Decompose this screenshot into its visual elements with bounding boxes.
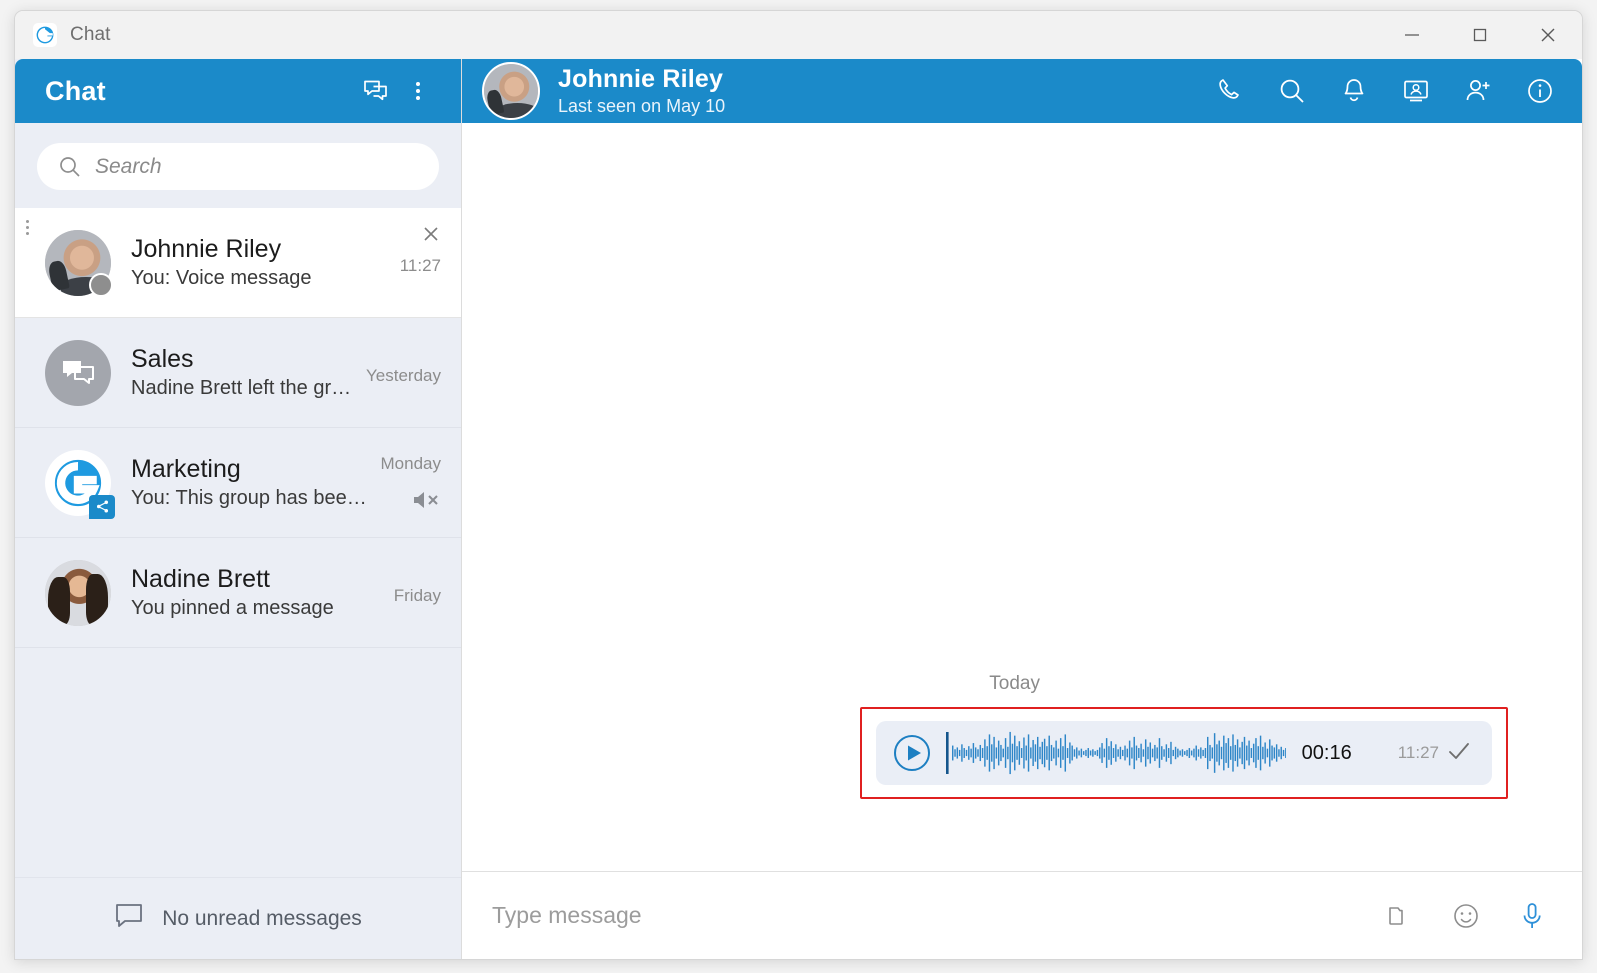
message-meta: 11:27 xyxy=(1398,742,1470,765)
chat-item-meta: Monday xyxy=(381,428,441,537)
message-input[interactable] xyxy=(492,902,1380,929)
search-area xyxy=(15,123,461,208)
voice-waveform[interactable] xyxy=(945,729,1286,777)
row-menu-icon[interactable] xyxy=(26,220,29,235)
minimize-icon[interactable] xyxy=(1378,11,1446,59)
play-circle-icon[interactable] xyxy=(892,733,932,773)
group-icon xyxy=(63,360,94,384)
avatar xyxy=(45,559,111,626)
chat-item-time: Monday xyxy=(380,454,441,473)
new-chat-icon[interactable] xyxy=(355,70,397,112)
window-controls xyxy=(1378,11,1582,59)
chat-item-texts: Nadine Brett You pinned a message xyxy=(131,565,384,621)
chat-item-meta: Friday xyxy=(394,538,441,647)
close-icon[interactable] xyxy=(1514,11,1582,59)
main-panel: Johnnie Riley Last seen on May 10 Today … xyxy=(462,59,1582,959)
window-title: Chat xyxy=(70,24,111,45)
day-divider-label: Today xyxy=(989,673,1040,694)
chat-list-item-johnnie-riley[interactable]: Johnnie Riley You: Voice message 11:27 xyxy=(15,208,461,318)
chat-item-preview: You: Voice message xyxy=(131,267,312,290)
chat-item-time: Yesterday xyxy=(366,365,441,385)
chat-header-actions xyxy=(1208,69,1562,113)
search-box[interactable] xyxy=(37,143,439,190)
bell-icon[interactable] xyxy=(1332,69,1376,113)
contact-name: Johnnie Riley xyxy=(558,65,724,93)
more-vertical-icon[interactable] xyxy=(397,70,439,112)
g-logo-icon xyxy=(33,23,57,47)
share-icon xyxy=(89,494,115,519)
microphone-icon[interactable] xyxy=(1512,896,1552,936)
chat-list[interactable]: Johnnie Riley You: Voice message 11:27 S… xyxy=(15,208,461,877)
search-input[interactable] xyxy=(95,154,419,179)
sidebar-title: Chat xyxy=(45,75,106,106)
close-icon[interactable] xyxy=(419,222,443,246)
chat-item-name: Sales xyxy=(131,344,194,373)
avatar xyxy=(45,229,113,297)
avatar xyxy=(45,449,115,519)
voice-message-bubble[interactable]: 00:16 11:27 xyxy=(875,721,1492,785)
sidebar-header: Chat xyxy=(15,59,461,123)
chat-item-name: Marketing xyxy=(131,454,241,483)
chat-item-texts: Sales Nadine Brett left the group xyxy=(131,345,356,401)
window-titlebar: Chat xyxy=(15,11,1582,59)
add-person-icon[interactable] xyxy=(1456,69,1500,113)
window-body: Chat Search Johnnie Riley You: Voice mes… xyxy=(15,59,1582,959)
chat-item-preview: You pinned a message xyxy=(131,597,334,620)
speaker-muted-icon xyxy=(411,488,441,517)
chat-item-meta: Yesterday xyxy=(366,318,441,427)
status-badge xyxy=(89,272,113,297)
sidebar-footer: No unread messages xyxy=(15,877,461,959)
chat-list-item-nadine-brett[interactable]: Nadine Brett You pinned a message Friday xyxy=(15,538,461,648)
chat-item-name: Johnnie Riley xyxy=(131,234,282,263)
phone-icon[interactable] xyxy=(1208,69,1252,113)
chat-list-item-marketing[interactable]: Marketing You: This group has been tran.… xyxy=(15,428,461,538)
chat-item-preview: Nadine Brett left the group xyxy=(131,377,357,400)
search-icon xyxy=(57,154,85,180)
chat-list-item-sales[interactable]: Sales Nadine Brett left the group Yester… xyxy=(15,318,461,428)
attach-folder-icon[interactable] xyxy=(1380,896,1420,936)
unread-status-text: No unread messages xyxy=(162,906,362,930)
chat-header-info: Johnnie Riley Last seen on May 10 xyxy=(558,65,1208,117)
search-icon[interactable] xyxy=(1270,69,1314,113)
check-icon xyxy=(1448,742,1470,765)
sidebar: Chat Search Johnnie Riley You: Voice mes… xyxy=(15,59,462,959)
messages-area: Today 00:16 11:27 xyxy=(462,123,1582,871)
chat-bubble-icon xyxy=(114,902,144,935)
chat-item-time: Friday xyxy=(393,585,441,605)
avatar xyxy=(45,339,111,406)
maximize-icon[interactable] xyxy=(1446,11,1514,59)
highlight-annotation: 00:16 11:27 xyxy=(859,707,1508,799)
chat-item-time: 11:27 xyxy=(399,255,441,275)
info-icon[interactable] xyxy=(1518,69,1562,113)
chat-application-window: Chat Chat Search Johnnie Riley You: Voic… xyxy=(14,10,1583,960)
message-time: 11:27 xyxy=(1397,743,1439,762)
chat-item-texts: Johnnie Riley You: Voice message xyxy=(131,235,390,291)
chat-item-name: Nadine Brett xyxy=(131,564,270,593)
message-composer xyxy=(462,871,1582,959)
contact-status: Last seen on May 10 xyxy=(558,96,726,116)
emoji-icon[interactable] xyxy=(1446,896,1486,936)
chat-item-texts: Marketing You: This group has been tran.… xyxy=(131,455,371,511)
voice-duration: 00:16 xyxy=(1301,741,1352,764)
composer-actions xyxy=(1380,896,1552,936)
screen-share-icon[interactable] xyxy=(1394,69,1438,113)
chat-header: Johnnie Riley Last seen on May 10 xyxy=(462,59,1582,123)
chat-item-preview: You: This group has been tran... xyxy=(131,487,371,510)
avatar[interactable] xyxy=(482,62,540,120)
